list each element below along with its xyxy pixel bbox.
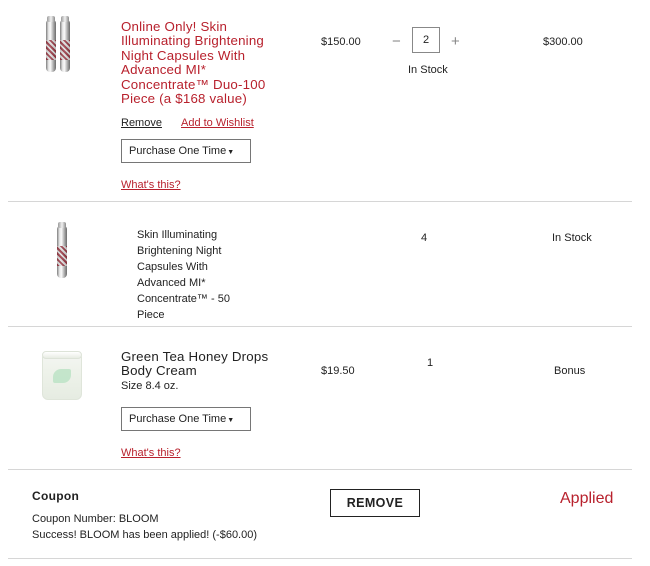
remove-coupon-button[interactable]: REMOVE bbox=[330, 489, 420, 517]
product-image-body-cream[interactable] bbox=[40, 348, 84, 404]
purchase-option-value: Purchase One Time bbox=[129, 413, 227, 425]
item-total: $300.00 bbox=[543, 36, 583, 48]
quantity-input[interactable]: 2 bbox=[412, 27, 440, 53]
coupon-number: Coupon Number: BLOOM bbox=[32, 513, 159, 525]
capsule-icon bbox=[46, 16, 56, 72]
product-name-link[interactable]: Green Tea Honey Drops Body Cream bbox=[121, 349, 268, 379]
bonus-status: Bonus bbox=[554, 365, 586, 377]
remove-link[interactable]: Remove bbox=[121, 117, 162, 129]
product-size: Size 8.4 oz. bbox=[121, 380, 179, 392]
whats-this-link[interactable]: What's this? bbox=[121, 447, 181, 459]
item-quantity: 4 bbox=[421, 232, 428, 244]
purchase-option-select[interactable]: Purchase One Time ▼ bbox=[121, 407, 251, 431]
item-quantity: 1 bbox=[427, 357, 434, 369]
product-name-link[interactable]: Online Only! Skin Illuminating Brighteni… bbox=[121, 19, 311, 106]
row-divider bbox=[8, 469, 632, 470]
dropdown-arrow-icon: ▼ bbox=[227, 416, 235, 424]
row-divider bbox=[8, 201, 632, 202]
coupon-applied-status: Applied bbox=[560, 490, 614, 507]
whats-this-link[interactable]: What's this? bbox=[121, 179, 181, 191]
row-divider bbox=[8, 558, 632, 559]
stock-status: In Stock bbox=[408, 64, 448, 76]
item-price: $150.00 bbox=[321, 36, 361, 48]
body-cream-jar-icon bbox=[42, 351, 82, 400]
product-image-capsule-duo[interactable] bbox=[40, 16, 84, 74]
purchase-option-select[interactable]: Purchase One Time ▼ bbox=[121, 139, 251, 163]
capsule-icon bbox=[57, 222, 67, 278]
quantity-decrease-button[interactable]: − bbox=[392, 34, 401, 49]
add-to-wishlist-link[interactable]: Add to Wishlist bbox=[181, 117, 254, 129]
row-divider bbox=[8, 326, 632, 327]
product-name: Skin Illuminating Brightening Night Caps… bbox=[137, 229, 230, 321]
product-image-capsule-single bbox=[50, 222, 74, 278]
coupon-title: Coupon bbox=[32, 489, 80, 503]
stock-status: In Stock bbox=[552, 232, 592, 244]
coupon-success-message: Success! BLOOM has been applied! (-$60.0… bbox=[32, 529, 258, 541]
item-price: $19.50 bbox=[321, 365, 355, 377]
dropdown-arrow-icon: ▼ bbox=[227, 148, 235, 156]
purchase-option-value: Purchase One Time bbox=[129, 145, 227, 157]
capsule-icon bbox=[60, 16, 70, 72]
quantity-increase-button[interactable]: + bbox=[451, 34, 460, 49]
